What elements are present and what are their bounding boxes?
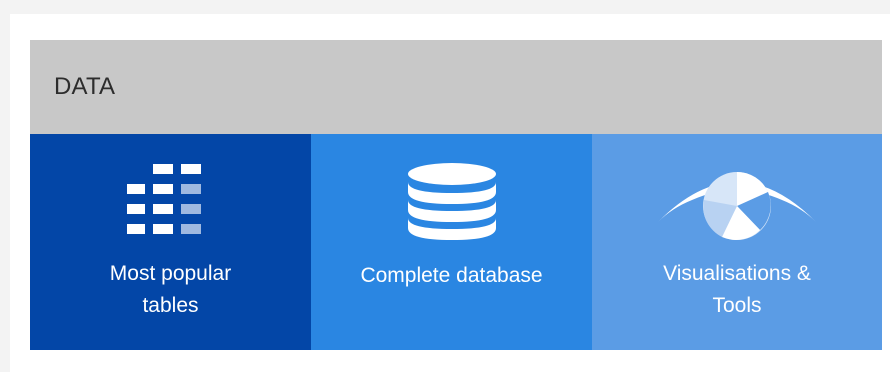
tile-most-popular-tables[interactable]: Most popular tables	[30, 134, 311, 350]
tile-label-line-1: Complete database	[360, 264, 543, 287]
tile-label: Visualisations & Tools	[592, 258, 882, 322]
data-panel: DATA Most popular tables Complete databa…	[30, 40, 882, 350]
page: DATA Most popular tables Complete databa…	[0, 0, 890, 372]
eye-icon	[658, 172, 816, 240]
tile-label: Complete database	[311, 260, 592, 292]
tile-complete-database[interactable]: Complete database	[311, 134, 592, 350]
tiles-row: Most popular tables Complete database Vi…	[30, 134, 882, 350]
tile-visualisations-tools[interactable]: Visualisations & Tools	[592, 134, 882, 350]
database-icon	[407, 163, 496, 240]
tile-label-line-1: Most popular	[109, 262, 232, 285]
panel-header: DATA	[30, 40, 882, 134]
tile-label-line-2: tables	[142, 294, 199, 317]
panel-title: DATA	[54, 73, 116, 100]
tile-label-line-1: Visualisations &	[663, 262, 811, 285]
tile-label: Most popular tables	[30, 258, 311, 322]
tile-label-line-2: Tools	[712, 294, 762, 317]
table-grid-icon	[126, 164, 201, 234]
content-card: DATA Most popular tables Complete databa…	[10, 14, 890, 372]
